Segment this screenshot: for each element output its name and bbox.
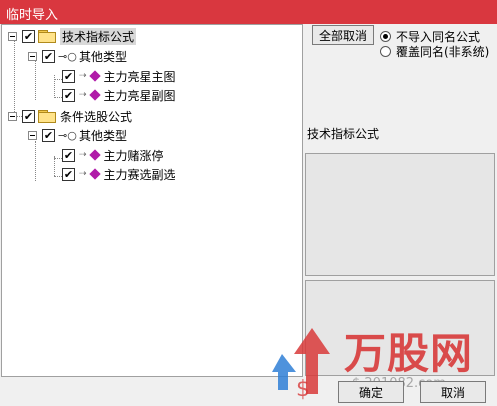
- arrow-icon: ⇢: [79, 150, 87, 160]
- cancel-all-button[interactable]: 全部取消: [312, 25, 374, 45]
- watermark-logo: $: [272, 328, 330, 400]
- tree-group-technical[interactable]: ✔ 技术指标公式: [8, 27, 137, 45]
- item-checkbox[interactable]: ✔: [62, 148, 75, 162]
- tree-item-label: 主力赛选副选: [103, 167, 176, 182]
- arrow-icon: ⇢: [79, 169, 87, 179]
- tree-item-label: 主力赌涨停: [103, 148, 164, 163]
- folder-icon: [38, 110, 56, 123]
- tree-item[interactable]: ✔ ⇢ 主力赌涨停: [62, 146, 164, 164]
- key-icon: ⊸○: [58, 49, 77, 63]
- tree-group-condition[interactable]: ✔ 条件选股公式: [8, 107, 132, 125]
- arrow-icon: ⇢: [79, 71, 87, 81]
- radio-overwrite-same-name[interactable]: 覆盖同名(非系统): [380, 43, 489, 60]
- radio-button[interactable]: [380, 46, 391, 57]
- import-dialog: 临时导入 ✔ 技术指标公式 ✔ ⊸○ 其他类型 ✔ ⇢ 主力亮星主图 ✔ ⇢ 主…: [0, 0, 497, 406]
- formula-diamond-icon: [88, 89, 101, 101]
- subgroup-checkbox[interactable]: ✔: [42, 49, 55, 63]
- formula-diamond-icon: [88, 149, 101, 161]
- window-title: 临时导入: [6, 8, 59, 23]
- key-icon: ⊸○: [58, 128, 77, 142]
- tree-item[interactable]: ✔ ⇢ 主力亮星主图: [62, 67, 176, 85]
- cancel-button[interactable]: 取消: [420, 381, 486, 403]
- tree-subgroup-other[interactable]: ✔ ⊸○ 其他类型: [28, 126, 127, 144]
- subgroup-checkbox[interactable]: ✔: [42, 128, 55, 142]
- collapse-icon[interactable]: [8, 31, 17, 41]
- description-box: [305, 153, 495, 276]
- tree-group-label: 技术指标公式: [60, 27, 137, 45]
- formula-diamond-icon: [88, 168, 101, 180]
- item-checkbox[interactable]: ✔: [62, 69, 75, 83]
- tree-item-label: 主力亮星副图: [103, 88, 176, 103]
- collapse-icon[interactable]: [28, 130, 37, 140]
- formula-tree[interactable]: ✔ 技术指标公式 ✔ ⊸○ 其他类型 ✔ ⇢ 主力亮星主图 ✔ ⇢ 主力亮星副图…: [1, 24, 303, 377]
- tree-subgroup-label: 其他类型: [79, 128, 128, 143]
- tree-subgroup-label: 其他类型: [79, 49, 128, 64]
- tree-item-label: 主力亮星主图: [103, 69, 176, 84]
- item-checkbox[interactable]: ✔: [62, 167, 75, 181]
- item-checkbox[interactable]: ✔: [62, 88, 75, 102]
- collapse-icon[interactable]: [28, 51, 37, 61]
- collapse-icon[interactable]: [8, 111, 17, 121]
- watermark-text: 万股网: [344, 329, 474, 378]
- ok-button[interactable]: 确定: [338, 381, 404, 403]
- tree-subgroup-other[interactable]: ✔ ⊸○ 其他类型: [28, 47, 127, 65]
- folder-icon: [38, 30, 56, 43]
- radio-button[interactable]: [380, 31, 391, 42]
- radio-label: 覆盖同名(非系统): [396, 45, 490, 59]
- tree-item[interactable]: ✔ ⇢ 主力亮星副图: [62, 86, 176, 104]
- tree-group-label: 条件选股公式: [60, 109, 133, 124]
- section-label: 技术指标公式: [307, 127, 380, 141]
- group-checkbox[interactable]: ✔: [22, 109, 35, 123]
- formula-diamond-icon: [88, 70, 101, 82]
- title-bar[interactable]: 临时导入: [0, 0, 497, 24]
- group-checkbox[interactable]: ✔: [22, 29, 35, 43]
- arrow-icon: ⇢: [79, 90, 87, 100]
- tree-item[interactable]: ✔ ⇢ 主力赛选副选: [62, 165, 176, 183]
- svg-text:$: $: [296, 377, 310, 400]
